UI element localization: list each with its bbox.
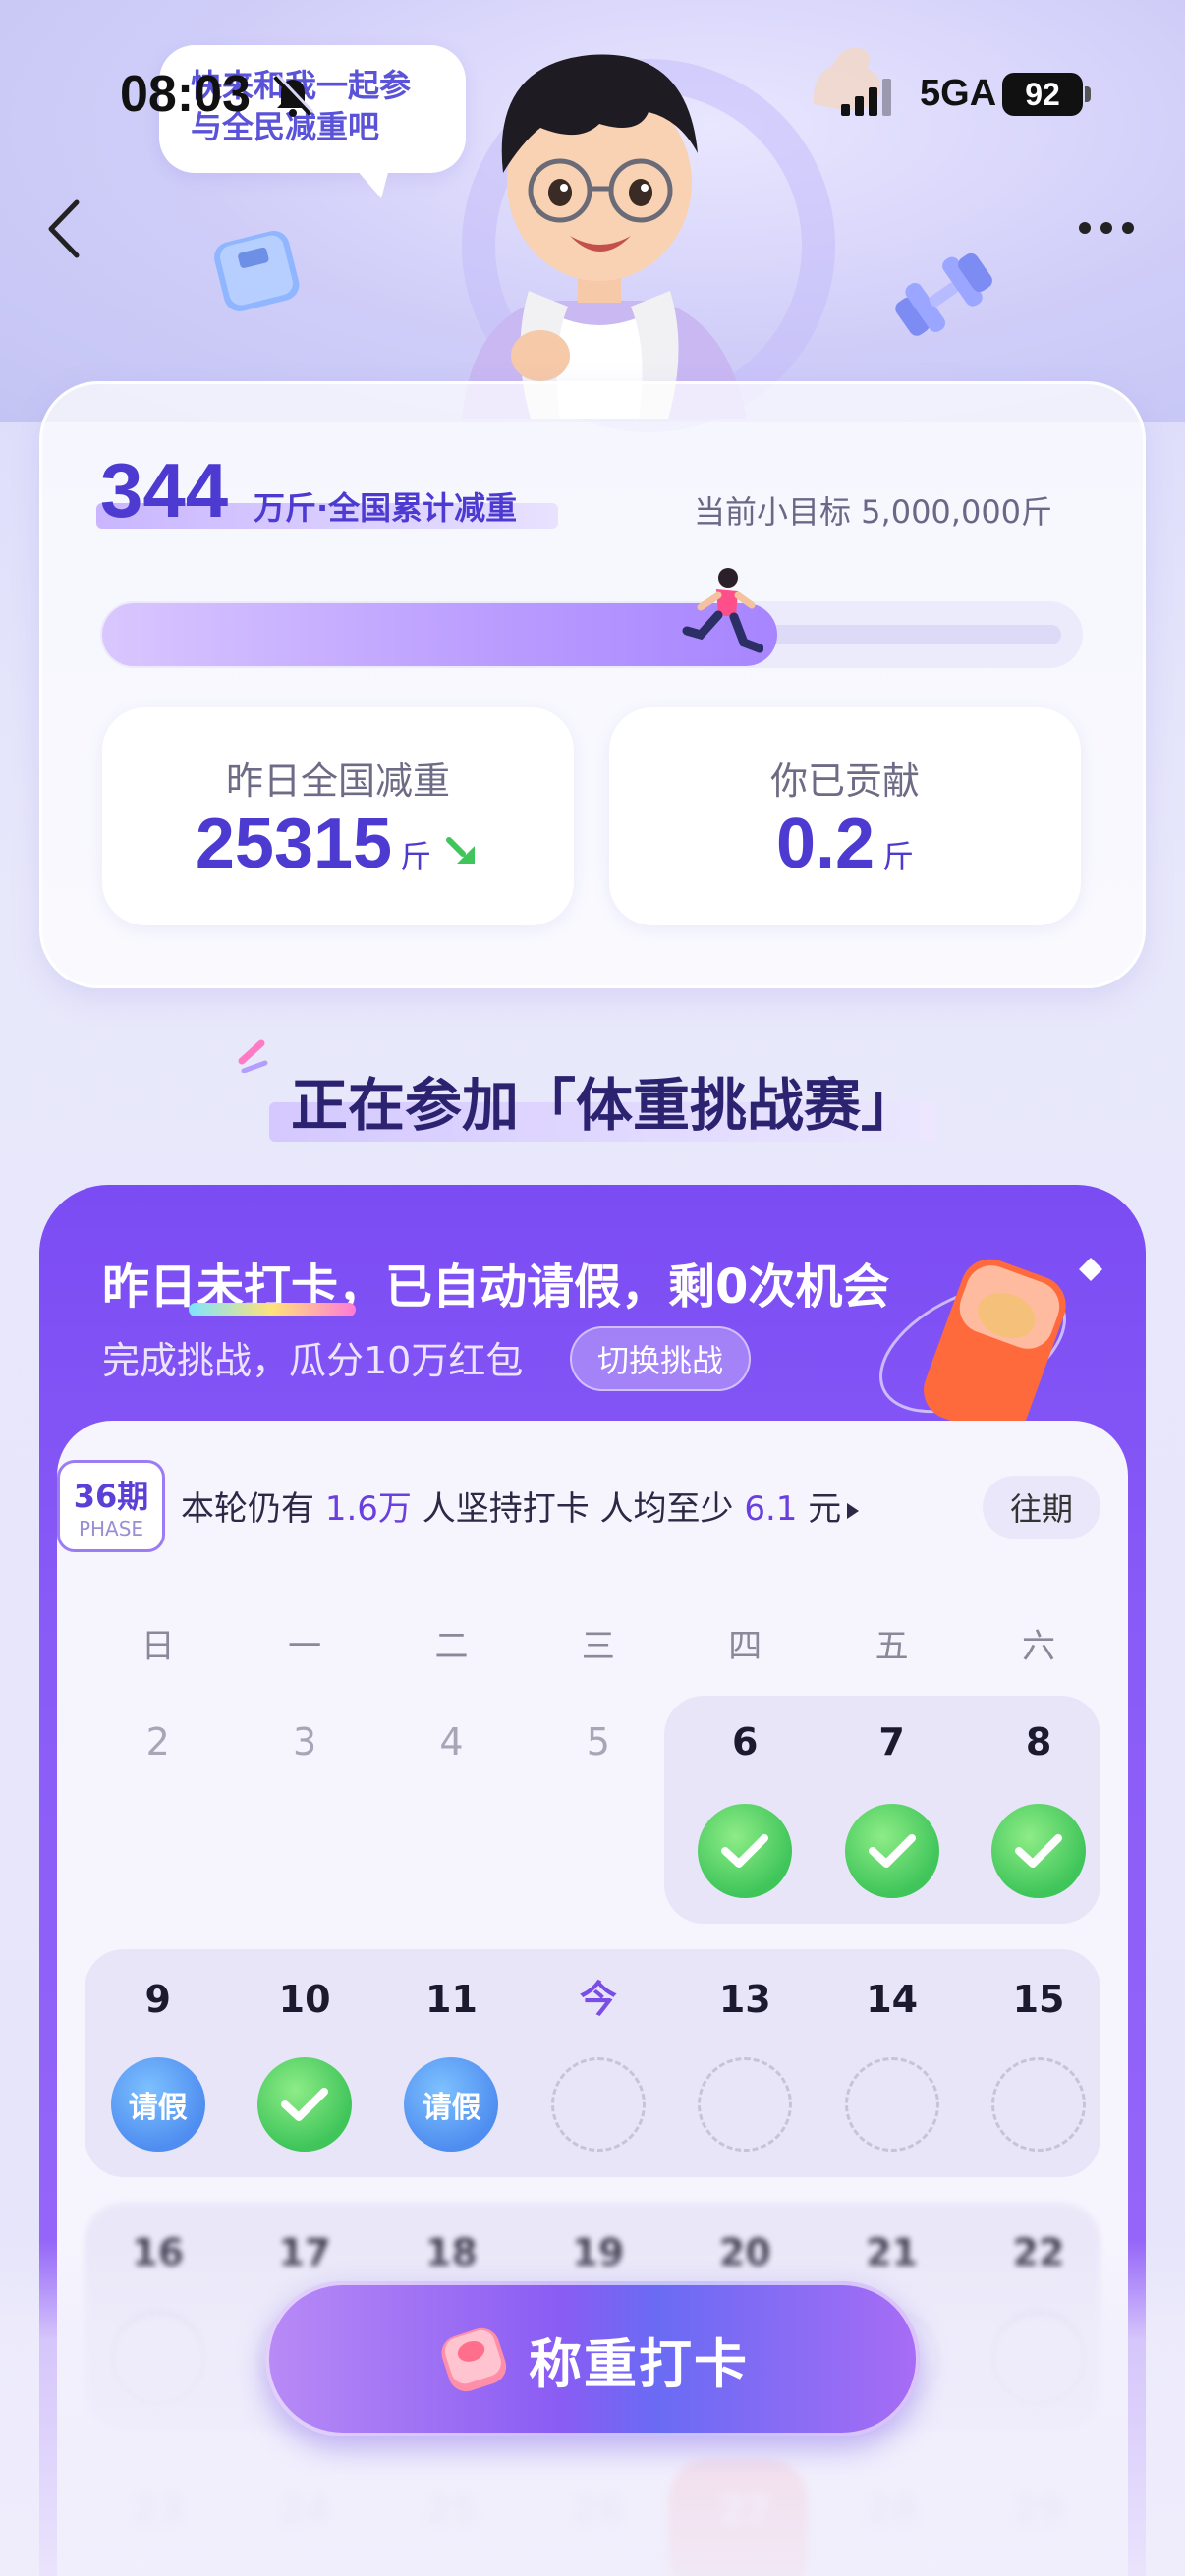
scale-icon [441, 2327, 507, 2392]
empty-slot[interactable] [844, 2057, 939, 2152]
more-icon[interactable] [1077, 216, 1136, 240]
today-cell[interactable]: 今 [525, 1975, 671, 2024]
week1-marks [85, 1804, 1112, 1898]
day-cell[interactable]: 11 [378, 1975, 525, 2024]
contribution-value: 0.2 [775, 805, 875, 883]
checked-in-icon[interactable] [698, 1804, 793, 1898]
weekday-wed: 三 [581, 1627, 615, 1666]
diamond-icon [1079, 1258, 1102, 1281]
round-prefix: 本轮仍有 [181, 1489, 314, 1529]
checked-in-icon[interactable] [844, 1804, 939, 1898]
battery-tip [1085, 86, 1091, 102]
weekday-sat: 六 [1022, 1627, 1056, 1666]
capsule-icon [879, 1259, 1066, 1436]
round-info[interactable]: 本轮仍有 1.6万 人坚持打卡 人均至少 6.1 元 [181, 1482, 860, 1530]
round-suffix: 元 [808, 1489, 842, 1529]
week1-days: 2 3 4 5 6 7 8 [85, 1717, 1112, 1766]
day-cell: 2 [145, 1720, 170, 1764]
yesterday-label: 昨日全国减重 [225, 759, 450, 803]
dumbbell-icon [895, 252, 992, 336]
runner-icon [682, 568, 763, 653]
challenge-title-underline [189, 1303, 356, 1316]
past-rounds-button[interactable]: 往期 [983, 1476, 1100, 1539]
day-cell: 5 [586, 1720, 610, 1764]
weigh-checkin-label: 称重打卡 [529, 2332, 749, 2395]
switch-challenge-button[interactable]: 切换挑战 [570, 1326, 751, 1391]
challenge-subtitle: 完成挑战，瓜分10万红包 [102, 1339, 524, 1382]
empty-slot[interactable] [991, 2057, 1087, 2152]
status-time: 08:03 [120, 66, 251, 123]
empty-slot[interactable] [698, 2057, 793, 2152]
total-loss-unit: 万斤·全国累计减重 [254, 489, 518, 527]
weekday-tue: 二 [434, 1627, 469, 1666]
yesterday-unit: 斤 [400, 838, 432, 875]
weekday-thu: 四 [728, 1627, 762, 1666]
day-cell[interactable]: 15 [965, 1975, 1111, 2024]
network-type: 5GA [920, 73, 997, 114]
round-mid: 人坚持打卡 人均至少 [422, 1489, 734, 1529]
day-cell[interactable]: 6 [672, 1717, 818, 1766]
goal-text: 当前小目标 5,000,000斤 [694, 493, 1053, 531]
day-cell[interactable]: 13 [672, 1975, 818, 2024]
progress-fill [102, 603, 777, 666]
yesterday-card: 昨日全国减重 25315 斤 [102, 707, 574, 925]
total-loss-value: 344 [100, 447, 229, 533]
signal-icon [841, 79, 891, 116]
checked-in-icon[interactable] [257, 2057, 353, 2152]
round-amount: 6.1 [744, 1489, 798, 1529]
empty-slot[interactable] [550, 2057, 646, 2152]
leave-badge[interactable]: 请假 [404, 2057, 499, 2152]
round-people: 1.6万 [324, 1489, 412, 1529]
sparkle-icon [238, 1039, 268, 1073]
week2-marks: 请假 请假 [85, 2057, 1112, 2152]
bell-off-icon [273, 73, 314, 117]
weekday-fri: 五 [875, 1627, 909, 1666]
scale-icon [214, 231, 300, 311]
phase-number: 36期 [73, 1478, 149, 1515]
day-cell[interactable]: 7 [818, 1717, 965, 1766]
day-cell[interactable]: 10 [231, 1975, 377, 2024]
back-chevron-icon[interactable] [43, 196, 86, 261]
weekday-mon: 一 [288, 1627, 322, 1666]
day-cell: 4 [439, 1720, 464, 1764]
battery-indicator: 92 [1002, 73, 1083, 116]
yesterday-value: 25315 [195, 805, 393, 883]
phase-label: PHASE [78, 1517, 144, 1540]
contribution-label: 你已贡献 [769, 759, 920, 803]
checked-in-icon[interactable] [991, 1804, 1087, 1898]
leave-badge[interactable]: 请假 [110, 2057, 205, 2152]
trend-down-icon [446, 837, 476, 864]
week2-days: 9 10 11 今 13 14 15 [85, 1975, 1112, 2024]
phase-badge: 36期 PHASE [57, 1460, 165, 1552]
day-cell[interactable]: 9 [85, 1975, 231, 2024]
day-cell[interactable]: 8 [965, 1717, 1111, 1766]
contribution-unit: 斤 [882, 838, 915, 875]
day-cell[interactable]: 14 [818, 1975, 965, 2024]
play-triangle-icon [847, 1502, 860, 1519]
section-title: 正在参加「体重挑战赛」 [291, 1072, 919, 1139]
mascot-avatar [462, 54, 747, 419]
day-cell: 3 [292, 1720, 317, 1764]
weekday-sun: 日 [141, 1627, 175, 1666]
weekday-header: 日 一 二 三 四 五 六 [85, 1619, 1112, 1667]
weigh-checkin-button[interactable]: 称重打卡 [265, 2281, 920, 2436]
contribution-card: 你已贡献 0.2 斤 [609, 707, 1081, 925]
